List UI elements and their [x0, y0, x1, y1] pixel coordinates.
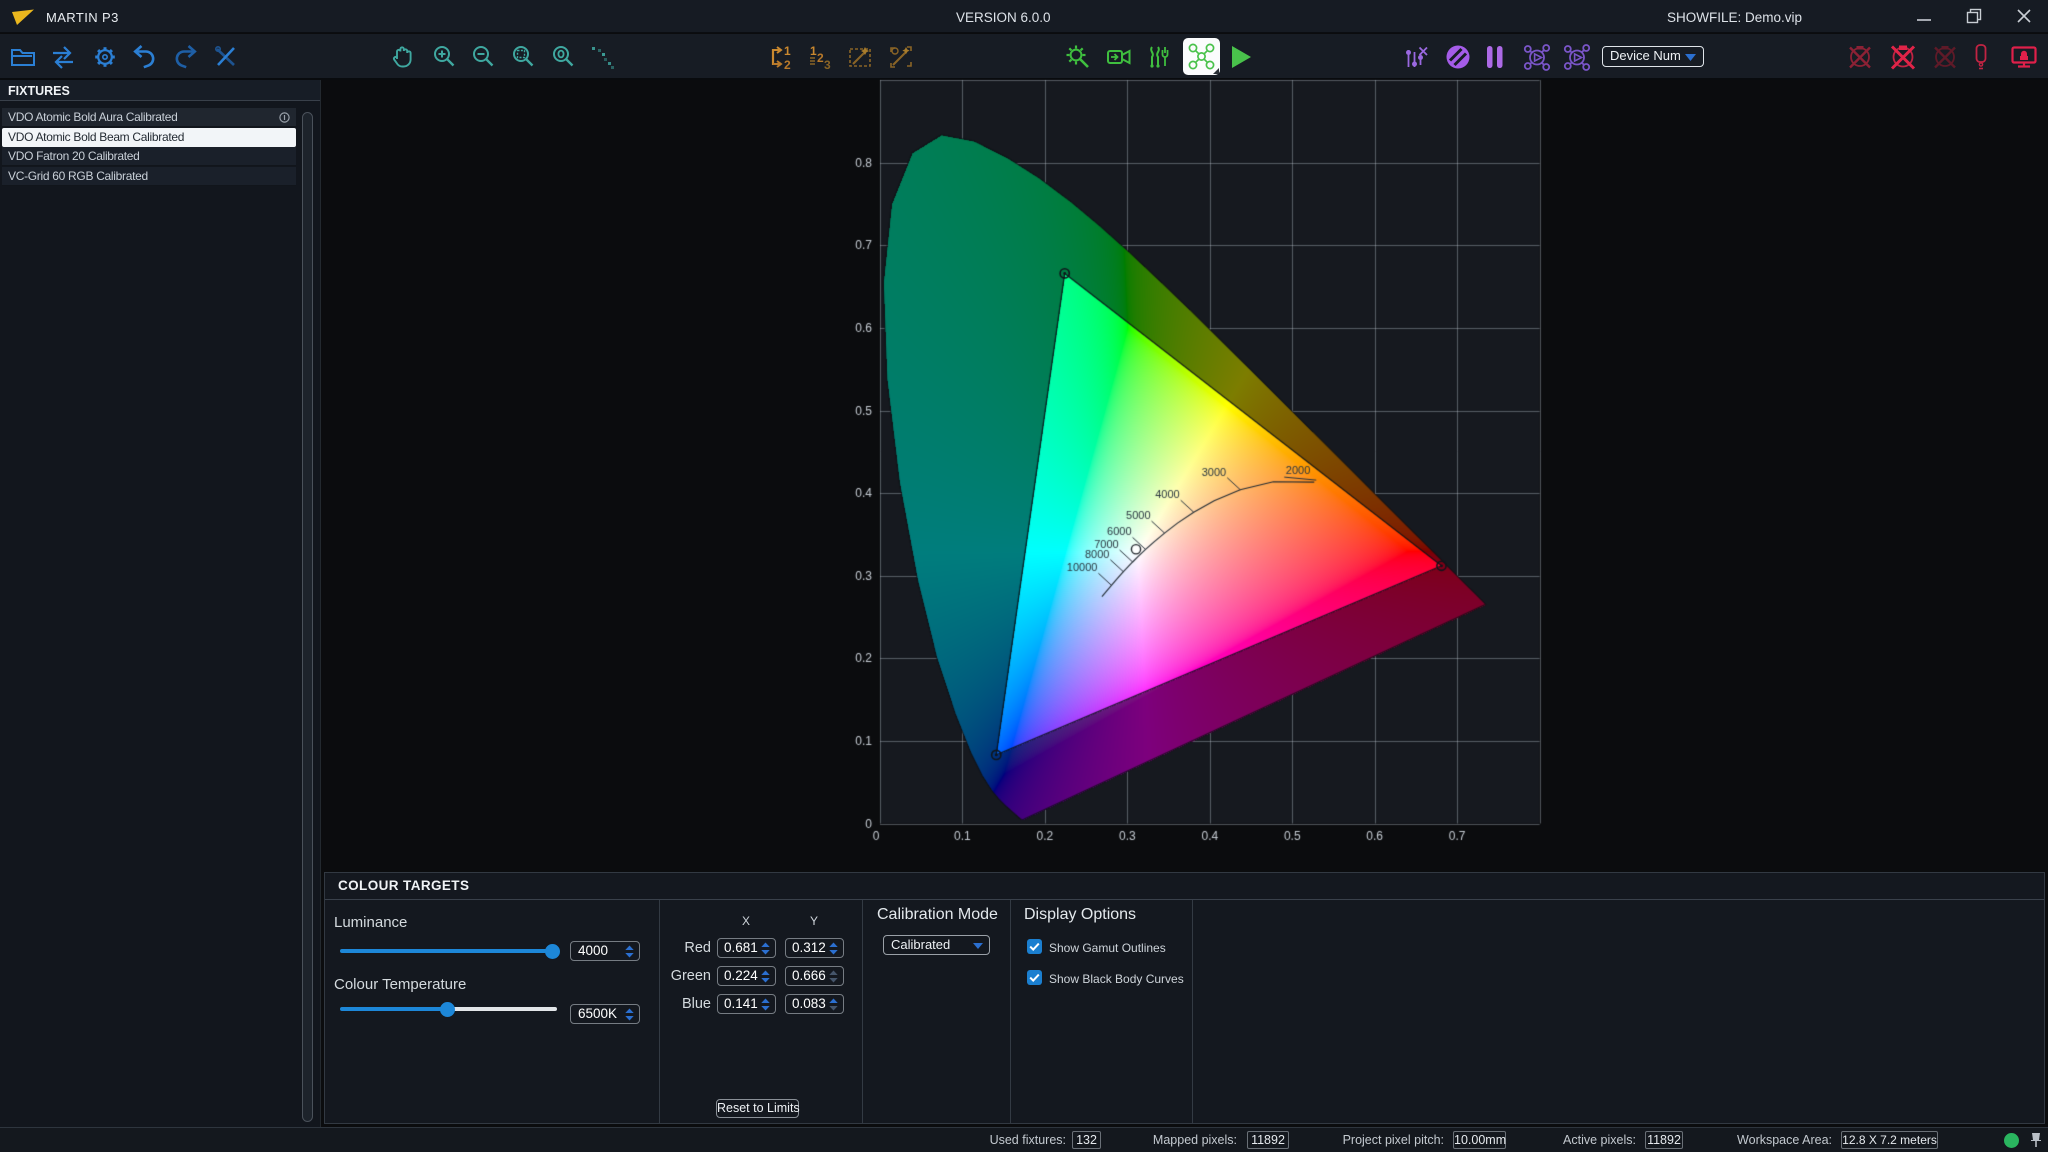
svg-text:1: 1: [784, 44, 791, 58]
svg-text:1: 1: [810, 44, 817, 58]
svg-text:2: 2: [784, 58, 791, 71]
